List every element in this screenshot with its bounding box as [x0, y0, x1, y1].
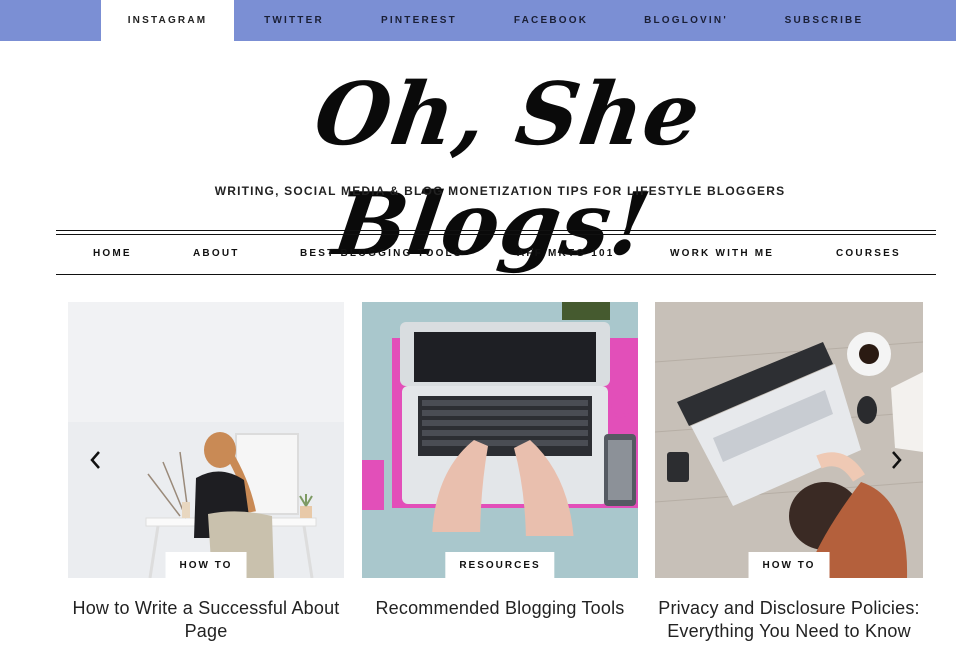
social-link-subscribe[interactable]: SUBSCRIBE [768, 0, 880, 41]
post-title[interactable]: Recommended Blogging Tools [362, 597, 638, 620]
social-link-pinterest[interactable]: PINTEREST [366, 0, 472, 41]
nav-item-about[interactable]: ABOUT [193, 231, 240, 274]
site-logo[interactable]: Oh, She Blogs! WRITING, SOCIAL MEDIA & B… [150, 60, 850, 275]
site-tagline: WRITING, SOCIAL MEDIA & BLOG MONETIZATIO… [214, 184, 786, 198]
social-bar: INSTAGRAM TWITTER PINTEREST FACEBOOK BLO… [0, 0, 956, 41]
post-title[interactable]: How to Write a Successful About Page [68, 597, 344, 643]
social-link-bloglovin[interactable]: BLOGLOVIN' [628, 0, 744, 41]
post-image[interactable]: RESOURCES [362, 302, 638, 578]
laptop-on-wood-image [655, 302, 923, 578]
slider-next-button[interactable] [886, 449, 906, 471]
post-card[interactable]: HOW TO How to Write a Successful About P… [68, 302, 344, 643]
category-badge[interactable]: HOW TO [165, 552, 247, 578]
chevron-right-icon [892, 451, 902, 469]
nav-item-courses[interactable]: COURSES [836, 231, 901, 274]
nav-item-work-with-me[interactable]: WORK WITH ME [670, 231, 774, 274]
post-image[interactable]: HOW TO [68, 302, 344, 578]
chevron-left-icon [90, 451, 100, 469]
social-link-instagram[interactable]: INSTAGRAM [101, 0, 234, 41]
main-nav: HOME ABOUT BEST BLOGGING TOOLS AFF MKTG … [56, 230, 936, 275]
post-title[interactable]: Privacy and Disclosure Policies: Everyth… [655, 597, 923, 643]
category-badge[interactable]: HOW TO [748, 552, 830, 578]
post-card[interactable]: HOW TO Privacy and Disclosure Policies: … [655, 302, 923, 643]
post-image[interactable]: HOW TO [655, 302, 923, 578]
social-link-facebook[interactable]: FACEBOOK [497, 0, 605, 41]
laptop-typing-image [362, 302, 638, 578]
post-card[interactable]: RESOURCES Recommended Blogging Tools [362, 302, 638, 620]
woman-at-desk-image [68, 302, 344, 578]
nav-item-best-blogging-tools[interactable]: BEST BLOGGING TOOLS [300, 231, 463, 274]
category-badge[interactable]: RESOURCES [445, 552, 555, 578]
slider-prev-button[interactable] [86, 449, 106, 471]
nav-item-aff-mktg-101[interactable]: AFF MKTG 101 [517, 231, 615, 274]
nav-item-home[interactable]: HOME [93, 231, 132, 274]
social-link-twitter[interactable]: TWITTER [244, 0, 344, 41]
